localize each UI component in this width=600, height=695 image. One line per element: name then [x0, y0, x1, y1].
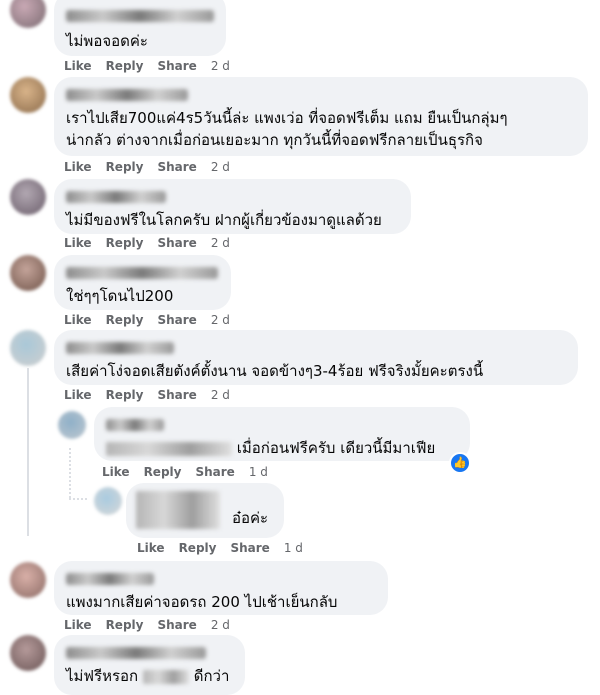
- commenter-name[interactable]: [66, 10, 214, 22]
- comment-text: แพงมากเสียค่าจอดรถ 200 ไปเช้าเย็นกลับ: [66, 593, 338, 611]
- comment-actions: Like Reply Share 2 d: [64, 160, 230, 174]
- comment-actions: Like Reply Share 2 d: [64, 313, 230, 327]
- avatar[interactable]: [10, 330, 46, 366]
- comment-bubble: ไม่พอจอดค่ะ: [54, 0, 226, 56]
- thread-connector: [27, 368, 29, 536]
- like-button[interactable]: Like: [64, 618, 92, 632]
- thumbs-up-icon[interactable]: 👍: [449, 452, 471, 474]
- avatar[interactable]: [10, 635, 46, 671]
- reply-bubble: อ๋อค่ะ: [126, 483, 284, 538]
- comment-bubble: เราไปเสีย700แค่4ร5วันนี้ล่ะ แพงเว่อ ที่จ…: [54, 77, 588, 156]
- reply-button[interactable]: Reply: [106, 313, 144, 327]
- comment-text: ใช่ๆๆโดนไป200: [66, 287, 174, 305]
- commenter-name[interactable]: [66, 342, 174, 354]
- reply-button[interactable]: Reply: [106, 388, 144, 402]
- reply-text: อ๋อค่ะ: [232, 509, 269, 527]
- comment-bubble: ไม่มีของฟรีในโลกครับ ฝากผู้เกี่ยวข้องมาด…: [54, 179, 411, 234]
- reply-button[interactable]: Reply: [106, 160, 144, 174]
- avatar[interactable]: [10, 77, 46, 113]
- reply-button[interactable]: Reply: [179, 541, 217, 555]
- comment-bubble: ใช่ๆๆโดนไป200: [54, 255, 231, 310]
- reply-bubble: เมื่อก่อนฟรีครับ เดียวนี้มีมาเฟีย: [94, 407, 470, 461]
- reply-button[interactable]: Reply: [106, 59, 144, 73]
- reply-actions: Like Reply Share 1 d: [102, 465, 268, 479]
- reply-button[interactable]: Reply: [106, 618, 144, 632]
- timestamp[interactable]: 2 d: [211, 618, 230, 632]
- comment-text-line-2: น่ากลัว ต่างจากเมื่อก่อนเยอะมาก ทุกวันนี…: [66, 131, 483, 149]
- comment-text: เสียค่าโง่จอดเสียตังค์ตั้งนาน จอดข้างๆ3-…: [66, 362, 484, 380]
- reply-button[interactable]: Reply: [144, 465, 182, 479]
- commenter-name[interactable]: [106, 419, 164, 431]
- share-button[interactable]: Share: [157, 388, 196, 402]
- share-button[interactable]: Share: [157, 236, 196, 250]
- like-button[interactable]: Like: [64, 388, 92, 402]
- reply-text: เมื่อก่อนฟรีครับ เดียวนี้มีมาเฟีย: [236, 439, 436, 457]
- comment-text-line-1: เราไปเสีย700แค่4ร5วันนี้ล่ะ แพงเว่อ ที่จ…: [66, 109, 508, 127]
- avatar[interactable]: [10, 562, 46, 598]
- comment-text-row: ไม่ฟรีหรอก ดีกว่า: [66, 665, 233, 687]
- comment-text: ดีกว่า: [193, 667, 230, 685]
- share-button[interactable]: Share: [157, 313, 196, 327]
- reply-button[interactable]: Reply: [106, 236, 144, 250]
- timestamp[interactable]: 2 d: [211, 59, 230, 73]
- commenter-name[interactable]: [66, 267, 218, 279]
- share-button[interactable]: Share: [230, 541, 269, 555]
- like-button[interactable]: Like: [64, 160, 92, 174]
- comment-actions: Like Reply Share 2 d: [64, 618, 230, 632]
- commenter-name[interactable]: [136, 491, 220, 529]
- timestamp[interactable]: 1 d: [284, 541, 303, 555]
- blurred-text: [142, 669, 189, 684]
- thread-connector: [69, 448, 71, 498]
- timestamp[interactable]: 2 d: [211, 236, 230, 250]
- like-button[interactable]: Like: [137, 541, 165, 555]
- comment-actions: Like Reply Share 2 d: [64, 236, 230, 250]
- avatar[interactable]: [94, 487, 122, 515]
- comment-text: ไม่ฟรีหรอก: [66, 667, 139, 685]
- reply-text-row: เมื่อก่อนฟรีครับ เดียวนี้มีมาเฟีย: [106, 437, 458, 459]
- avatar[interactable]: [10, 255, 46, 291]
- avatar[interactable]: [10, 0, 46, 28]
- reply-actions: Like Reply Share 1 d: [137, 541, 303, 555]
- commenter-name[interactable]: [66, 191, 166, 203]
- timestamp[interactable]: 1 d: [249, 465, 268, 479]
- commenter-name[interactable]: [66, 89, 188, 101]
- blurred-mention: [106, 441, 232, 456]
- avatar[interactable]: [10, 179, 46, 215]
- like-button[interactable]: Like: [64, 313, 92, 327]
- share-button[interactable]: Share: [157, 160, 196, 174]
- like-button[interactable]: Like: [64, 59, 92, 73]
- timestamp[interactable]: 2 d: [211, 160, 230, 174]
- avatar[interactable]: [58, 411, 86, 439]
- like-button[interactable]: Like: [64, 236, 92, 250]
- timestamp[interactable]: 2 d: [211, 313, 230, 327]
- comment-bubble: ไม่ฟรีหรอก ดีกว่า: [54, 635, 245, 695]
- share-button[interactable]: Share: [195, 465, 234, 479]
- commenter-name[interactable]: [66, 647, 206, 659]
- like-button[interactable]: Like: [102, 465, 130, 479]
- share-button[interactable]: Share: [157, 618, 196, 632]
- comment-bubble: เสียค่าโง่จอดเสียตังค์ตั้งนาน จอดข้างๆ3-…: [54, 330, 578, 385]
- comment-actions: Like Reply Share 2 d: [64, 388, 230, 402]
- commenter-name[interactable]: [66, 573, 154, 585]
- comment-actions: Like Reply Share 2 d: [64, 59, 230, 73]
- comment-bubble: แพงมากเสียค่าจอดรถ 200 ไปเช้าเย็นกลับ: [54, 561, 388, 615]
- timestamp[interactable]: 2 d: [211, 388, 230, 402]
- comment-text: ไม่มีของฟรีในโลกครับ ฝากผู้เกี่ยวข้องมาด…: [66, 211, 382, 229]
- thread-connector-branch: [69, 498, 87, 500]
- comment-text: ไม่พอจอดค่ะ: [66, 32, 148, 50]
- share-button[interactable]: Share: [157, 59, 196, 73]
